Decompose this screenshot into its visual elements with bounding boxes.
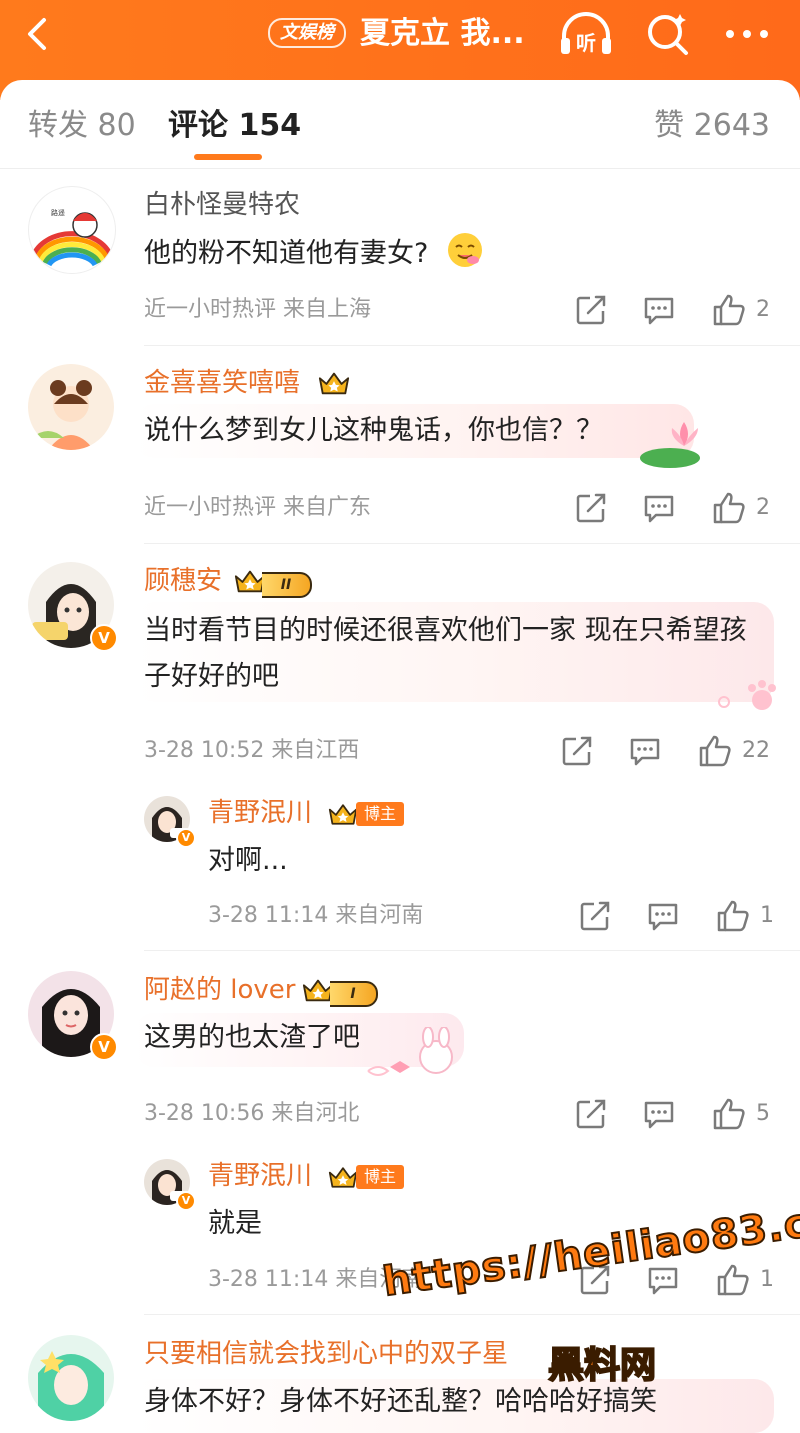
member-level-badge: II [262, 572, 312, 598]
like-count: 1 [760, 1267, 774, 1292]
like-icon[interactable] [716, 899, 750, 933]
comment-item: 路遥 白朴怪曼特农 他的粉不知道他有妻女? 近一小时热评 来自上海 2 [0, 168, 800, 346]
back-icon[interactable] [18, 14, 58, 54]
like-icon[interactable] [698, 734, 732, 768]
listen-icon[interactable]: 听 [558, 10, 614, 60]
crown-icon [318, 370, 350, 396]
like-icon[interactable] [712, 1097, 746, 1131]
verified-icon: V [176, 828, 196, 848]
comment-meta: 近一小时热评 来自上海 [144, 297, 371, 322]
reply-username[interactable]: 青野泯川 [208, 796, 312, 830]
blogger-tag: 博主 [356, 1165, 405, 1189]
member-level-badge: I [330, 981, 378, 1007]
like-icon[interactable] [712, 293, 746, 327]
reply-icon[interactable] [628, 734, 662, 768]
repost-icon[interactable] [574, 293, 608, 327]
comment-text: 这男的也太渣了吧 [144, 1022, 360, 1053]
like-count: 2 [756, 297, 770, 322]
like-icon[interactable] [712, 491, 746, 525]
repost-icon[interactable] [574, 491, 608, 525]
like-count: 1 [760, 903, 774, 928]
bunny-icon [367, 1027, 453, 1076]
emoji-icon [447, 233, 482, 267]
comment-meta: 3-28 10:56 来自河北 [144, 1101, 360, 1126]
like-count: 22 [742, 738, 770, 763]
verified-icon: V [90, 624, 118, 652]
avatar[interactable]: 路遥 [28, 186, 116, 274]
comment-username[interactable]: 阿赵的 lover [144, 973, 295, 1007]
blogger-tag: 博主 [356, 802, 405, 826]
tab-bar: 转发 80 评论 154 赞 2643 [0, 80, 800, 169]
repost-icon[interactable] [574, 1097, 608, 1131]
comment-meta: 3-28 10:52 来自江西 [144, 738, 360, 763]
like-count: 2 [756, 495, 770, 520]
more-icon[interactable] [722, 14, 772, 54]
tab-comment[interactable]: 评论 154 [168, 106, 301, 146]
comment-username[interactable]: 白朴怪曼特农 [144, 188, 300, 222]
active-tab-indicator [194, 154, 262, 160]
lotus-icon [640, 422, 700, 468]
avatar[interactable] [28, 1335, 114, 1421]
paw-icon [718, 680, 776, 710]
comment-item: 金喜喜笑嘻嘻 说什么梦到女儿这种鬼话，你也信？？ 近一小时热评 来自广东 2 [0, 346, 800, 544]
reply-icon[interactable] [642, 1097, 676, 1131]
comment-meta: 近一小时热评 来自广东 [144, 495, 371, 520]
comment-username[interactable]: 金喜喜笑嘻嘻 [144, 366, 300, 400]
search-icon[interactable] [644, 10, 692, 58]
crown-icon [328, 1165, 358, 1189]
comment-text: 当时看节目的时候还很喜欢他们一家 现在只希望孩子好好的吧 [144, 615, 747, 692]
repost-icon[interactable] [560, 734, 594, 768]
svg-text:听: 听 [576, 31, 596, 55]
comment-text: 身体不好？身体不好还乱整？哈哈哈好搞笑 [144, 1386, 657, 1417]
reply-icon[interactable] [646, 899, 680, 933]
like-icon[interactable] [716, 1263, 750, 1297]
comment-text: 说什么梦到女儿这种鬼话，你也信？？ [144, 415, 603, 446]
svg-text:路遥: 路遥 [51, 208, 65, 217]
reply-text: 对啊... [208, 845, 288, 876]
crown-icon [328, 802, 358, 826]
comment-username[interactable]: 顾穗安 [144, 564, 222, 598]
like-count: 5 [756, 1101, 770, 1126]
reply-meta: 3-28 11:14 来自河南 [208, 903, 424, 928]
repost-icon[interactable] [578, 899, 612, 933]
tab-repost[interactable]: 转发 80 [28, 106, 136, 146]
avatar[interactable] [28, 364, 114, 450]
comment-item: V 顾穗安 II 当时看节目的时候还很喜欢他们一家 现在只希望孩子好好的吧 3-… [0, 544, 800, 951]
reply-text: 就是 [208, 1208, 262, 1239]
comment-text: 他的粉不知道他有妻女? [144, 230, 744, 277]
reply-icon[interactable] [642, 491, 676, 525]
tab-like[interactable]: 赞 2643 [654, 106, 770, 146]
verified-icon: V [90, 1033, 118, 1061]
verified-icon: V [176, 1191, 196, 1211]
category-badge[interactable]: 文娱榜 [268, 18, 346, 48]
watermark-brand: 黑料网 [547, 1344, 657, 1387]
reply-username[interactable]: 青野泯川 [208, 1159, 312, 1193]
comment-item: 只要相信就会找到心中的双子星 身体不好？身体不好还乱整？哈哈哈好搞笑 [0, 1315, 800, 1433]
reply-icon[interactable] [642, 293, 676, 327]
page-title: 夏克立 我... [360, 16, 525, 51]
comment-username[interactable]: 只要相信就会找到心中的双子星 [144, 1337, 508, 1371]
